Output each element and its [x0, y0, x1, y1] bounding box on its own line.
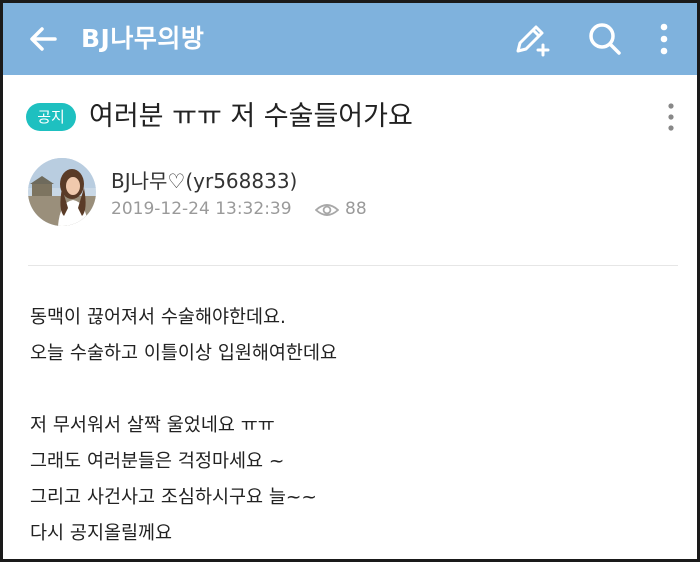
- body-line: 오늘 수술하고 이틀이상 입원해여한데요: [30, 343, 337, 364]
- body-line: 저 무서워서 살짝 울었네요 ㅠㅠ: [30, 415, 275, 436]
- post-header: 공지 여러분 ㅠㅠ 저 수술들어가요: [3, 75, 697, 165]
- post-more-icon[interactable]: [661, 99, 681, 135]
- body-line: 동맥이 끊어져서 수술해야한데요.: [30, 307, 286, 328]
- body-line: 다시 공지올릴께요: [30, 523, 173, 544]
- post-title: 여러분 ㅠㅠ 저 수술들어가요: [89, 101, 413, 132]
- divider: [28, 265, 678, 266]
- eye-icon: [315, 204, 339, 216]
- write-icon[interactable]: [510, 19, 550, 59]
- view-count: 88: [345, 199, 367, 219]
- post-datetime: 2019-12-24 13:32:39: [111, 199, 292, 219]
- app-bar: BJ나무의방: [3, 3, 697, 75]
- author-name[interactable]: BJ나무♡(yr568833): [111, 165, 297, 194]
- search-icon[interactable]: [585, 19, 625, 59]
- board-title: BJ나무의방: [81, 24, 205, 53]
- more-vertical-icon[interactable]: [653, 19, 675, 59]
- back-arrow-icon[interactable]: [23, 19, 63, 59]
- post-body: 동맥이 끊어져서 수술해야한데요. 오늘 수술하고 이틀이상 입원해여한데요 저…: [30, 300, 670, 552]
- body-line: 그래도 여러분들은 걱정마세요 ~: [30, 451, 285, 472]
- body-line: 그리고 사건사고 조심하시구요 늘~~: [30, 487, 317, 508]
- notice-badge: 공지: [26, 103, 76, 131]
- author-avatar[interactable]: [28, 158, 96, 226]
- app-window: BJ나무의방 공지 여러분 ㅠㅠ 저 수술들어가요 BJ나무♡(yr568833…: [3, 3, 697, 559]
